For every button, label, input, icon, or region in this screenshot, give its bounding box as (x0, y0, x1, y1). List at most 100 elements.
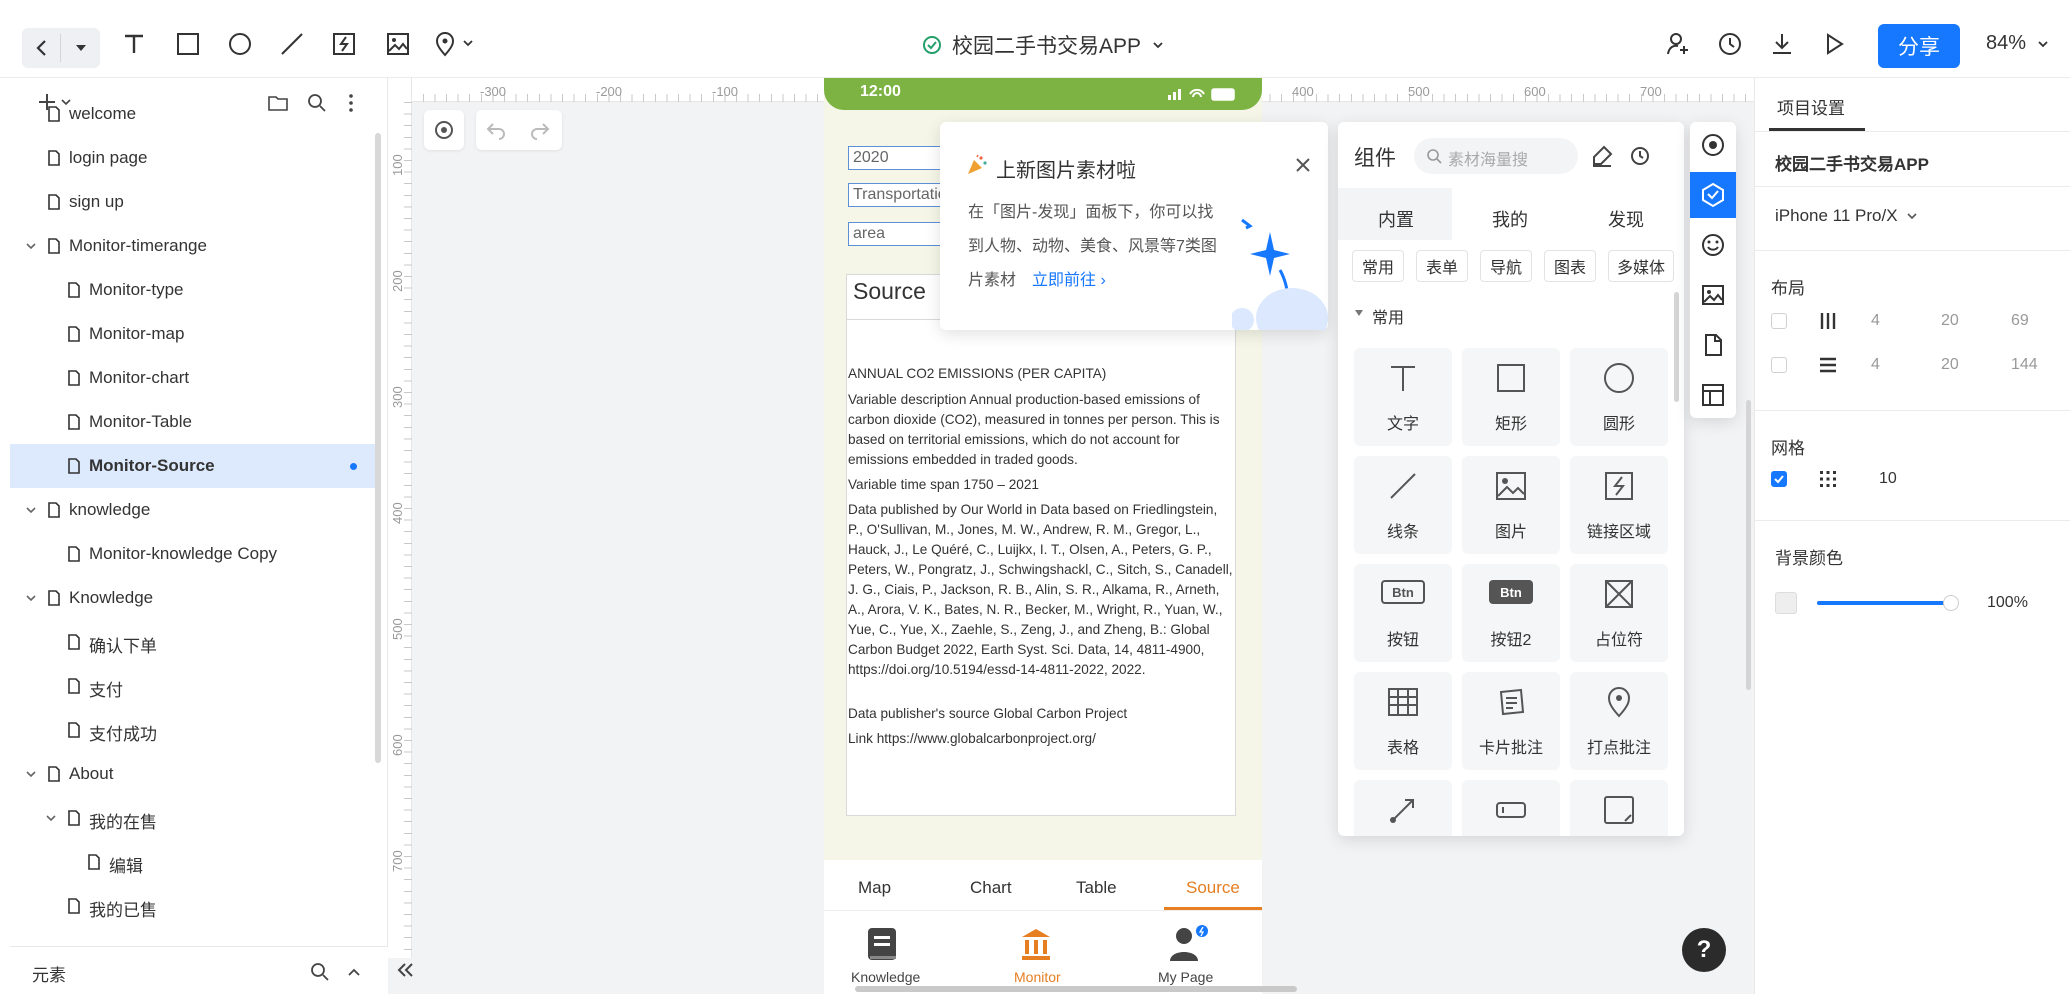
page-item[interactable]: knowledge (10, 488, 375, 532)
chip-chart[interactable]: 图表 (1544, 250, 1596, 282)
zoom-select[interactable]: 84% (1986, 32, 2050, 55)
page-item[interactable]: Monitor-knowledge Copy (10, 532, 375, 576)
tab-chart[interactable]: Chart (970, 878, 1012, 898)
popup-link[interactable]: 立即前往 › (1032, 266, 1106, 290)
tile-text[interactable]: 文字 (1354, 348, 1452, 446)
help-icon[interactable]: ? (1682, 928, 1726, 972)
page-item[interactable]: 支付成功 (10, 708, 375, 752)
locate-button[interactable] (424, 110, 464, 150)
text-tool-icon[interactable] (114, 24, 154, 64)
tile-pin-annotation[interactable]: 打点批注 (1570, 672, 1668, 770)
layout-rows-gutter[interactable]: 20 (1941, 356, 1959, 374)
tab-discover[interactable]: 发现 (1608, 206, 1644, 232)
source-link[interactable]: Link https://www.globalcarbonproject.org… (848, 729, 1234, 749)
collapse-panel-icon[interactable] (394, 958, 418, 982)
page-item[interactable]: Knowledge (10, 576, 375, 620)
tab-project-settings[interactable]: 项目设置 (1777, 94, 1845, 119)
page-item[interactable]: Monitor-Table (10, 400, 375, 444)
circle-tool-icon[interactable] (220, 24, 260, 64)
tab-builtin[interactable]: 内置 (1378, 206, 1414, 232)
project-title[interactable]: 校园二手书交易APP (922, 30, 1165, 60)
nav-knowledge-label[interactable]: Knowledge (851, 969, 920, 985)
tile-rectangle[interactable]: 矩形 (1462, 348, 1560, 446)
page-icon[interactable] (1690, 322, 1736, 368)
layout-rows-height[interactable]: 144 (2011, 356, 2038, 374)
tile-card-annotation[interactable]: 卡片批注 (1462, 672, 1560, 770)
tile-input[interactable] (1462, 780, 1560, 836)
layout-rows-count[interactable]: 4 (1871, 356, 1880, 374)
add-user-icon[interactable] (1658, 24, 1698, 64)
target-icon[interactable] (1690, 122, 1736, 168)
opacity-slider-handle[interactable] (1943, 595, 1959, 611)
tab-map[interactable]: Map (858, 878, 891, 898)
tab-source[interactable]: Source (1186, 878, 1240, 898)
project-name[interactable]: 校园二手书交易APP (1775, 150, 1929, 175)
page-item[interactable]: welcome (10, 92, 375, 136)
components-icon[interactable] (1690, 172, 1736, 218)
caret-down-icon[interactable] (1354, 308, 1364, 318)
nav-monitor-label[interactable]: Monitor (1014, 969, 1061, 985)
rectangle-tool-icon[interactable] (168, 24, 208, 64)
chevron-up-icon[interactable] (346, 964, 362, 980)
page-item[interactable]: Monitor-chart (10, 356, 375, 400)
chip-form[interactable]: 表单 (1416, 250, 1468, 282)
layout-columns-gutter[interactable]: 20 (1941, 312, 1959, 330)
page-item[interactable]: 支付 (10, 664, 375, 708)
tile-arrow[interactable] (1354, 780, 1452, 836)
canvas-horizontal-scrollbar[interactable] (855, 986, 1297, 992)
page-item[interactable]: About (10, 752, 375, 796)
undo-icon[interactable] (484, 118, 508, 142)
page-item[interactable]: 编辑 (10, 840, 375, 884)
panel-scrollbar[interactable] (1674, 292, 1679, 402)
page-item[interactable]: Monitor-Source (10, 444, 375, 488)
tile-button2[interactable]: Btn 按钮2 (1462, 564, 1560, 662)
layout-rows-checkbox[interactable] (1771, 357, 1787, 373)
chevron-down-icon[interactable] (25, 504, 37, 516)
page-item[interactable]: 我的在售 (10, 796, 375, 840)
grid-size[interactable]: 10 (1879, 470, 1897, 488)
tab-table[interactable]: Table (1076, 878, 1117, 898)
tab-mine[interactable]: 我的 (1492, 206, 1528, 232)
tile-circle[interactable]: 圆形 (1570, 348, 1668, 446)
image-icon[interactable] (1690, 272, 1736, 318)
back-button-group[interactable] (22, 28, 100, 68)
tile-image[interactable]: 图片 (1462, 456, 1560, 554)
chip-common[interactable]: 常用 (1352, 250, 1404, 282)
chevron-down-icon[interactable] (25, 768, 37, 780)
page-item[interactable]: Monitor-type (10, 268, 375, 312)
page-item[interactable]: login page (10, 136, 375, 180)
page-item[interactable]: 确认下单 (10, 620, 375, 664)
device-select[interactable]: iPhone 11 Pro/X (1775, 206, 1918, 226)
tile-textarea[interactable] (1570, 780, 1668, 836)
chevron-down-icon[interactable] (45, 812, 57, 824)
page-item[interactable]: 我的已售 (10, 884, 375, 928)
chevron-down-icon[interactable] (25, 592, 37, 604)
layout-icon[interactable] (1690, 372, 1736, 418)
nav-mypage-label[interactable]: My Page (1158, 969, 1213, 985)
brush-icon[interactable] (1590, 144, 1614, 168)
history-icon[interactable] (1710, 24, 1750, 64)
page-item[interactable]: Monitor-timerange (10, 224, 375, 268)
tile-line[interactable]: 线条 (1354, 456, 1452, 554)
share-button[interactable]: 分享 (1878, 24, 1960, 68)
page-item[interactable]: sign up (10, 180, 375, 224)
tile-placeholder[interactable]: 占位符 (1570, 564, 1668, 662)
pin-tool-icon[interactable] (428, 24, 484, 64)
emoji-icon[interactable] (1690, 222, 1736, 268)
book-icon[interactable] (866, 927, 898, 963)
chevron-left-icon[interactable] (32, 38, 52, 58)
caret-down-icon[interactable] (74, 42, 88, 54)
play-icon[interactable] (1814, 24, 1854, 64)
material-search-input[interactable]: 素材海量搜 (1414, 138, 1578, 174)
grid-checkbox[interactable] (1771, 471, 1787, 487)
chevron-down-icon[interactable] (25, 240, 37, 252)
opacity-value[interactable]: 100% (1987, 594, 2028, 612)
tile-table[interactable]: 表格 (1354, 672, 1452, 770)
recent-icon[interactable] (1628, 144, 1652, 168)
tile-button[interactable]: Btn 按钮 (1354, 564, 1452, 662)
chip-media[interactable]: 多媒体 (1608, 250, 1674, 282)
download-icon[interactable] (1762, 24, 1802, 64)
tile-link-area[interactable]: 链接区域 (1570, 456, 1668, 554)
search-icon[interactable] (310, 962, 330, 982)
background-color-swatch[interactable] (1775, 592, 1797, 614)
